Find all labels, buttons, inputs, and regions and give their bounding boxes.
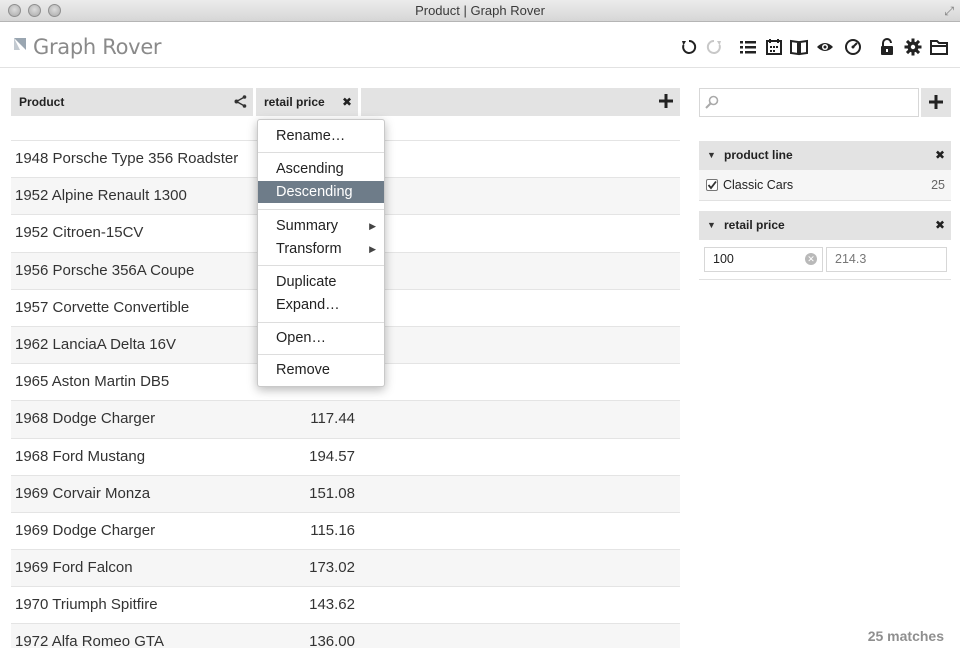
price-cell: 136.00 [309,633,355,648]
app-header: Graph Rover [0,23,960,68]
gauge-icon[interactable] [843,37,863,57]
product-cell: 1952 Alpine Renault 1300 [15,187,187,205]
menu-separator [258,209,384,210]
range-max-input[interactable]: 214.3 [826,247,947,272]
folder-icon[interactable] [929,37,949,57]
classic-cars-checkbox[interactable] [706,179,718,191]
book-icon[interactable] [789,37,809,57]
plus-icon [929,95,943,109]
product-cell: 1952 Citroen-15CV [15,224,144,242]
product-cell: 1965 Aston Martin DB5 [15,373,170,391]
price-cell: 117.44 [310,410,355,428]
product-cell: 1962 LanciaA Delta 16V [15,335,176,353]
menu-item-descending[interactable]: Descending [258,181,384,203]
price-cell: 143.62 [309,596,355,614]
list-icon[interactable] [738,37,758,57]
lock-icon[interactable] [877,37,897,57]
minimize-window-button[interactable] [28,4,41,17]
price-cell: 115.16 [310,521,355,539]
menu-item-summary[interactable]: Summary ▶ [258,215,384,237]
menu-item-transform[interactable]: Transform ▶ [258,238,384,260]
range-min-value: 100 [713,252,734,266]
range-max-value: 214.3 [835,252,867,266]
fullscreen-icon[interactable]: ⤢ [944,3,954,19]
column-header-add [361,88,680,116]
share-icon[interactable] [234,95,247,108]
column-header-product[interactable]: Product [11,88,253,116]
menu-item-remove[interactable]: Remove [258,359,384,381]
submenu-arrow-icon: ▶ [369,221,376,231]
clear-icon[interactable]: ✕ [805,253,817,265]
product-cell: 1957 Corvette Convertible [15,298,190,316]
table-row[interactable]: 1969 Dodge Charger 115.16 [11,511,680,549]
facet-header-retail-price[interactable]: ▼ retail price ✖ [699,211,951,240]
graph-rover-logo-icon [14,38,26,50]
range-min-input[interactable]: 100 ✕ [704,247,823,272]
close-icon[interactable]: ✖ [342,88,352,116]
facet-title: retail price [724,218,785,232]
menu-item-open[interactable]: Open… [258,327,384,349]
facet-body-retail-price: 100 ✕ 214.3 [699,240,951,280]
table-row[interactable]: 1968 Dodge Charger 117.44 [11,400,680,438]
product-cell: 1968 Dodge Charger [15,410,156,428]
menu-separator [258,265,384,266]
table-row[interactable]: 1969 Ford Falcon 173.02 [11,549,680,587]
price-cell: 173.02 [309,559,355,577]
menu-item-duplicate[interactable]: Duplicate [258,271,384,293]
menu-separator [258,152,384,153]
match-count: 25 matches [867,628,944,644]
eye-icon[interactable] [815,37,835,57]
menu-item-expand[interactable]: Expand… [258,294,384,316]
close-window-button[interactable] [8,4,21,17]
search-input[interactable] [699,88,919,117]
product-cell: 1972 Alfa Romeo GTA [15,633,164,648]
calendar-icon[interactable] [764,37,784,57]
add-filter-button[interactable] [921,88,951,117]
zoom-window-button[interactable] [48,4,61,17]
price-cell: 194.57 [309,447,355,465]
product-cell: 1956 Porsche 356A Coupe [15,261,195,279]
search-icon [705,95,719,109]
collapse-triangle-icon[interactable]: ▼ [707,141,716,170]
close-icon[interactable]: ✖ [935,211,945,240]
add-column-icon[interactable] [659,94,673,108]
column-header-label: Product [19,95,65,109]
facet-value-label: Classic Cars [723,178,794,192]
price-cell: 151.08 [309,484,355,502]
app-title: Graph Rover [33,35,162,59]
window-titlebar: Product | Graph Rover ⤢ [0,0,960,22]
checkmark-icon [707,180,717,190]
table-row[interactable]: 1969 Corvair Monza 151.08 [11,474,680,512]
product-cell: 1970 Triumph Spitfire [15,596,158,614]
window-title: Product | Graph Rover [415,3,545,18]
redo-icon[interactable] [704,37,724,57]
column-header-retail-price[interactable]: retail price ✖ [256,88,358,116]
close-icon[interactable]: ✖ [935,141,945,170]
gear-icon[interactable] [903,37,923,57]
menu-separator [258,322,384,323]
menu-separator [258,354,384,355]
table-row[interactable]: 1968 Ford Mustang 194.57 [11,437,680,475]
facet-body-product-line: Classic Cars 25 [699,170,951,201]
undo-icon[interactable] [679,37,699,57]
column-context-menu: Rename… Ascending Descending Summary ▶ T… [257,119,385,387]
collapse-triangle-icon[interactable]: ▼ [707,211,716,240]
menu-item-label: Summary [276,218,339,234]
product-cell: 1969 Ford Falcon [15,559,133,577]
menu-item-rename[interactable]: Rename… [258,125,384,147]
menu-item-ascending[interactable]: Ascending [258,158,384,180]
facet-header-product-line[interactable]: ▼ product line ✖ [699,141,951,170]
product-cell: 1969 Dodge Charger [15,521,156,539]
facet-value-count: 25 [931,178,945,192]
facet-title: product line [724,148,793,162]
submenu-arrow-icon: ▶ [369,244,376,254]
table-row[interactable]: 1970 Triumph Spitfire 143.62 [11,586,680,623]
product-cell: 1948 Porsche Type 356 Roadster [15,150,239,167]
column-header-label: retail price [264,95,325,109]
product-cell: 1968 Ford Mustang [15,447,146,465]
product-cell: 1969 Corvair Monza [15,484,151,502]
menu-item-label: Transform [276,241,342,257]
table-row[interactable]: 1972 Alfa Romeo GTA 136.00 [11,623,680,648]
